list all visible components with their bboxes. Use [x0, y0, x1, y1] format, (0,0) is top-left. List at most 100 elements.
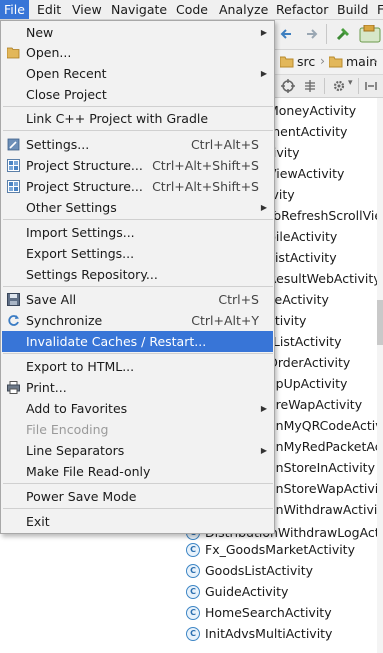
menu-item-label: Settings Repository... — [26, 267, 158, 282]
tree-item[interactable]: ListActivity — [268, 247, 337, 268]
menu-item-label: Open... — [26, 45, 72, 60]
toolbar-divider — [326, 24, 327, 44]
menu-item-label: Export to HTML... — [26, 359, 135, 374]
tree-item[interactable]: seActivity — [268, 289, 329, 310]
tree-item[interactable]: onMyQRCodeActiv — [268, 415, 383, 436]
menu-build[interactable]: Build — [333, 0, 372, 19]
menu-item-label: Link C++ Project with Gradle — [26, 111, 209, 126]
menu-item-power-save-mode[interactable]: Power Save Mode — [2, 486, 273, 507]
run-config-icon[interactable] — [359, 25, 381, 43]
menu-edit[interactable]: Edit — [33, 0, 65, 19]
tree-item[interactable]: onWithdrawActivity — [268, 499, 383, 520]
tree-item[interactable]: OrderActivity — [268, 352, 350, 373]
tree-item[interactable]: oreWapActivity — [268, 394, 362, 415]
menu-item-make-read-only[interactable]: Make File Read-only — [2, 461, 273, 482]
tree-item[interactable]: bileActivity — [268, 226, 337, 247]
menu-item-save-all[interactable]: Save All Ctrl+S — [2, 289, 273, 310]
menu-more[interactable]: F — [373, 0, 383, 19]
tree-item-label: GoodsListActivity — [205, 563, 314, 578]
menu-item-exit[interactable]: Exit — [2, 511, 273, 532]
menu-item-line-separators[interactable]: Line Separators ▶ — [2, 440, 273, 461]
tree-item[interactable]: MoneyActivity — [268, 100, 356, 121]
breadcrumb-src[interactable]: src — [297, 54, 315, 69]
settings-wrench-icon — [7, 138, 20, 151]
menu-item-settings-repository[interactable]: Settings Repository... — [2, 264, 273, 285]
tree-item-label: Fx_GoodsMarketActivity — [205, 542, 355, 557]
tree-item[interactable]: ViewActivity — [268, 163, 344, 184]
menu-item-label: Import Settings... — [26, 225, 135, 240]
tree-scrollbar[interactable] — [377, 98, 383, 653]
save-disk-icon — [7, 293, 20, 306]
menu-item-other-settings[interactable]: Other Settings ▶ — [2, 197, 273, 218]
folder-icon — [280, 56, 294, 68]
collapse-all-icon[interactable] — [303, 79, 317, 93]
menu-item-link-cpp-project[interactable]: Link C++ Project with Gradle — [2, 108, 273, 129]
tree-item[interactable]: onMyRedPacketAc — [268, 436, 382, 457]
menu-item-label: Project Structure... — [26, 158, 143, 173]
project-structure-icon — [7, 159, 20, 172]
menu-analyze[interactable]: Analyze — [215, 0, 272, 19]
tree-item[interactable]: onStoreInActivity — [268, 457, 375, 478]
crosshair-icon[interactable] — [281, 79, 295, 93]
menu-item-print[interactable]: Print... — [2, 377, 273, 398]
tree-item[interactable]: tListActivity — [268, 331, 342, 352]
class-icon: C — [186, 626, 200, 641]
menu-item-open[interactable]: Open... — [2, 42, 273, 63]
menu-item-label: Other Settings — [26, 200, 117, 215]
gear-dropdown-icon[interactable]: ▾ — [348, 78, 353, 88]
menu-item-label: New — [26, 25, 54, 40]
tree-item[interactable]: C GuideActivity — [186, 581, 288, 602]
menu-item-import-settings[interactable]: Import Settings... — [2, 222, 273, 243]
menu-item-export-to-html[interactable]: Export to HTML... — [2, 356, 273, 377]
menu-item-new[interactable]: New ▶ — [2, 22, 273, 43]
menu-item-project-structure-2[interactable]: Project Structure... Ctrl+Alt+Shift+S — [2, 176, 273, 197]
gear-icon[interactable] — [332, 79, 346, 93]
menu-item-shortcut: Ctrl+Alt+Shift+S — [152, 158, 259, 173]
menu-separator — [3, 219, 273, 220]
tree-item[interactable]: ToRefreshScrollView — [268, 205, 383, 226]
menu-item-label: Project Structure... — [26, 179, 143, 194]
tree-item[interactable]: mentActivity — [268, 121, 347, 142]
menu-item-label: Close Project — [26, 87, 107, 102]
menu-item-shortcut: Ctrl+Alt+Y — [191, 313, 259, 328]
menu-item-settings[interactable]: Settings... Ctrl+Alt+S — [2, 134, 273, 155]
menu-item-open-recent[interactable]: Open Recent ▶ — [2, 63, 273, 84]
printer-icon — [7, 381, 20, 394]
tree-item-label: HomeSearchActivity — [205, 605, 332, 620]
open-folder-icon — [7, 47, 20, 59]
menu-item-label: Print... — [26, 380, 67, 395]
tree-item[interactable]: opUpActivity — [268, 373, 347, 394]
menu-file[interactable]: File — [0, 0, 29, 19]
menu-item-project-structure[interactable]: Project Structure... Ctrl+Alt+Shift+S — [2, 155, 273, 176]
synchronize-icon — [8, 315, 19, 326]
tree-item[interactable]: onStoreWapActivity — [268, 478, 383, 499]
menu-navigate[interactable]: Navigate — [107, 0, 171, 19]
menu-item-add-to-favorites[interactable]: Add to Favorites ▶ — [2, 398, 273, 419]
menu-refactor[interactable]: Refactor — [272, 0, 332, 19]
menu-code[interactable]: Code — [172, 0, 212, 19]
tree-item[interactable]: ResultWebActivity — [268, 268, 381, 289]
menu-item-file-encoding: File Encoding — [2, 419, 273, 440]
menu-item-invalidate-caches[interactable]: Invalidate Caches / Restart... — [2, 331, 273, 352]
menu-item-label: File Encoding — [26, 422, 109, 437]
hide-panel-icon[interactable] — [364, 79, 378, 93]
menu-view[interactable]: View — [68, 0, 106, 19]
toolbar-divider — [358, 78, 359, 94]
forward-arrow-icon[interactable] — [305, 27, 319, 41]
menu-item-synchronize[interactable]: Synchronize Ctrl+Alt+Y — [2, 310, 273, 331]
submenu-arrow-icon: ▶ — [260, 404, 267, 413]
tree-item-label: InitAdvsMultiActivity — [205, 626, 333, 641]
tree-item[interactable]: C Fx_GoodsMarketActivity — [186, 539, 355, 560]
build-hammer-icon[interactable] — [335, 26, 351, 42]
tree-scrollbar-thumb[interactable] — [377, 300, 383, 345]
back-arrow-icon[interactable] — [279, 27, 293, 41]
tree-item[interactable]: C InitAdvsMultiActivity — [186, 623, 332, 644]
tree-item[interactable]: C GoodsListActivity — [186, 560, 313, 581]
menu-item-close-project[interactable]: Close Project — [2, 84, 273, 105]
menu-item-export-settings[interactable]: Export Settings... — [2, 243, 273, 264]
menu-item-shortcut: Ctrl+S — [218, 292, 259, 307]
tree-item[interactable]: C HomeSearchActivity — [186, 602, 332, 623]
folder-icon — [329, 56, 343, 68]
menu-item-label: Line Separators — [26, 443, 125, 458]
menu-separator — [3, 353, 273, 354]
